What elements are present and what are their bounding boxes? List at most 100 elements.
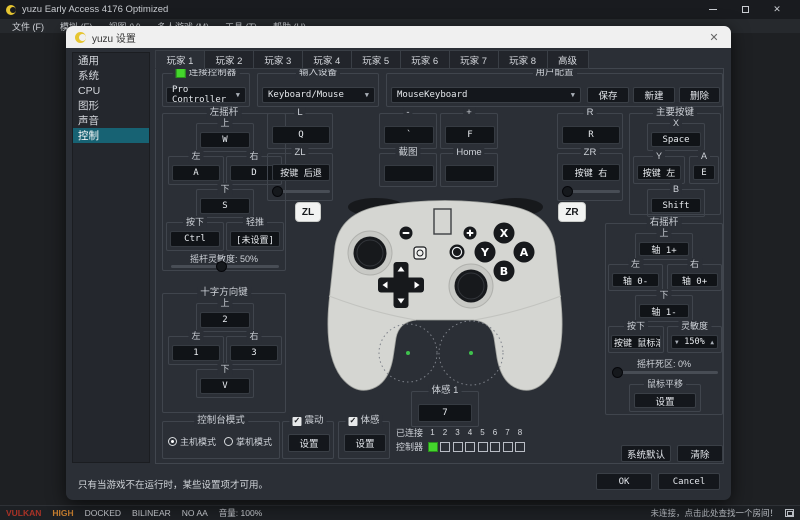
handheld-mode-radio[interactable]: 掌机模式 [224, 435, 272, 448]
sidebar-item-system[interactable]: 系统 [73, 68, 149, 83]
tab-player-6[interactable]: 玩家 6 [399, 50, 450, 69]
profile-new-button[interactable]: 新建 [633, 87, 675, 103]
right-stick-up-button[interactable]: 轴 1+ [639, 242, 689, 256]
vibration-checkbox[interactable] [292, 415, 302, 427]
tab-player-7[interactable]: 玩家 7 [448, 50, 499, 69]
l-map-button[interactable]: Q [272, 126, 330, 144]
status-network[interactable]: 未连接，点击此处查找一个房间！ [650, 507, 778, 519]
status-backend[interactable]: VULKAN [6, 508, 41, 518]
controller-number: 6 [492, 428, 498, 437]
minus-map-button[interactable]: ` [384, 126, 434, 144]
dpad-up-button[interactable]: 2 [200, 312, 250, 328]
slider-handle[interactable] [216, 261, 227, 272]
right-stick-pressed-button[interactable]: 按键 鼠标滚轮 [611, 335, 661, 349]
status-volume[interactable]: 音量: 100% [219, 507, 262, 519]
right-stick-down-group: 下 轴 1- [635, 289, 693, 322]
right-stick-down-button[interactable]: 轴 1- [639, 304, 689, 318]
home-map-button[interactable] [445, 165, 495, 182]
system-defaults-button[interactable]: 系统默认 [621, 445, 671, 462]
b-map-button[interactable]: Shift [651, 198, 701, 213]
controller-2-checkbox[interactable] [440, 441, 450, 452]
profile-select[interactable]: MouseKeyboard ▼ [391, 87, 581, 103]
input-device-select[interactable]: Keyboard/Mouse ▼ [262, 87, 375, 103]
close-icon[interactable]: ✕ [766, 3, 788, 17]
clear-button[interactable]: 清除 [677, 445, 723, 462]
connect-controller-checkbox[interactable] [175, 68, 186, 78]
y-map-button[interactable]: 按键 左 [637, 165, 681, 180]
motion-checkbox[interactable] [348, 415, 358, 427]
menu-file[interactable]: 文件 (F) [4, 19, 52, 33]
motion1-map-button[interactable]: 7 [418, 404, 472, 422]
left-stick-pressed-button[interactable]: Ctrl [170, 231, 220, 247]
maximize-icon[interactable] [734, 3, 756, 17]
capture-map-button[interactable] [384, 165, 434, 182]
profile-delete-button[interactable]: 删除 [679, 87, 720, 103]
slider-handle[interactable] [612, 367, 623, 378]
slider-handle[interactable] [562, 186, 573, 197]
right-stick-left-button[interactable]: 轴 0- [612, 273, 659, 287]
controller-1-checkbox[interactable] [427, 441, 438, 452]
zl-map-button[interactable]: 按键 后退 [272, 164, 330, 181]
deadzone-slider[interactable] [612, 367, 718, 378]
right-stick-right-button[interactable]: 轴 0+ [671, 273, 718, 287]
x-map-button[interactable]: Space [651, 132, 701, 147]
controller-4-checkbox[interactable] [465, 441, 475, 452]
left-stick-up-button[interactable]: W [200, 132, 250, 148]
r-map-button[interactable]: R [562, 126, 620, 144]
status-gpu-accuracy[interactable]: HIGH [52, 508, 73, 518]
plus-map-button[interactable]: F [445, 126, 495, 144]
status-antialias[interactable]: NO AA [182, 508, 208, 518]
controller-6-checkbox[interactable] [490, 441, 500, 452]
tab-player-1[interactable]: 玩家 1 [155, 50, 205, 69]
cancel-button[interactable]: Cancel [658, 473, 720, 490]
zr-threshold-slider[interactable] [562, 186, 620, 197]
controller-3-checkbox[interactable] [452, 441, 463, 452]
zr-map-button[interactable]: 按键 右 [562, 164, 620, 181]
controller-type-select[interactable]: Pro Controller ▼ [166, 85, 246, 105]
fullscreen-icon[interactable] [785, 509, 794, 517]
status-dock-mode[interactable]: DOCKED [85, 508, 121, 518]
dpad-left-button[interactable]: 1 [172, 345, 220, 361]
left-stick-left-button[interactable]: A [172, 165, 220, 181]
dpad-down-button[interactable]: V [200, 378, 250, 394]
x-label: X [669, 117, 683, 129]
dialog-close-icon[interactable]: ✕ [706, 31, 722, 44]
tab-player-8[interactable]: 玩家 8 [497, 50, 548, 69]
tab-player-5[interactable]: 玩家 5 [350, 50, 401, 69]
controls-panel: X Y A B ZL ZR 连接控制器 Pro Controller ▼ 输入设… [155, 67, 724, 464]
controller-5-checkbox[interactable] [477, 441, 488, 452]
tab-player-3[interactable]: 玩家 3 [252, 50, 303, 69]
left-stick-up-group: 上 W [196, 117, 254, 152]
plus-button-group: + F [440, 107, 498, 149]
motion-settings-button[interactable]: 设置 [344, 434, 386, 452]
connect-controller-group: 连接控制器 Pro Controller ▼ [162, 67, 250, 107]
profile-save-button[interactable]: 保存 [587, 87, 629, 103]
radio-icon [224, 437, 234, 446]
docked-mode-radio[interactable]: 主机模式 [168, 435, 216, 448]
ok-button[interactable]: OK [596, 473, 652, 490]
left-stick-modifier-button[interactable]: [未设置] [230, 231, 280, 247]
tab-advanced[interactable]: 高级 [546, 50, 589, 69]
a-map-button[interactable]: E [693, 165, 715, 180]
controller-8-checkbox[interactable] [515, 441, 525, 452]
vibration-settings-button[interactable]: 设置 [288, 434, 330, 452]
dpad-right-button[interactable]: 3 [230, 345, 278, 361]
zl-threshold-slider[interactable] [272, 186, 330, 197]
range-spinbox[interactable]: ▼ 150% ▲ [671, 335, 718, 349]
minimize-icon[interactable] [702, 3, 724, 17]
sidebar-item-graphics[interactable]: 图形 [73, 98, 149, 113]
sidebar-item-controls[interactable]: 控制 [73, 128, 149, 143]
sidebar-item-general[interactable]: 通用 [73, 53, 149, 68]
tab-player-4[interactable]: 玩家 4 [301, 50, 352, 69]
controller-7-checkbox[interactable] [502, 441, 513, 452]
tab-player-2[interactable]: 玩家 2 [203, 50, 254, 69]
sidebar-item-cpu[interactable]: CPU [73, 83, 149, 98]
mouse-pan-settings-button[interactable]: 设置 [634, 393, 696, 408]
stick-range-slider[interactable] [171, 261, 279, 272]
spin-up-icon[interactable]: ▲ [710, 339, 714, 346]
slider-handle[interactable] [272, 186, 283, 197]
status-filter[interactable]: BILINEAR [132, 508, 171, 518]
sidebar-item-audio[interactable]: 声音 [73, 113, 149, 128]
spin-down-icon[interactable]: ▼ [675, 339, 679, 346]
left-stick-down-button[interactable]: S [200, 198, 250, 214]
